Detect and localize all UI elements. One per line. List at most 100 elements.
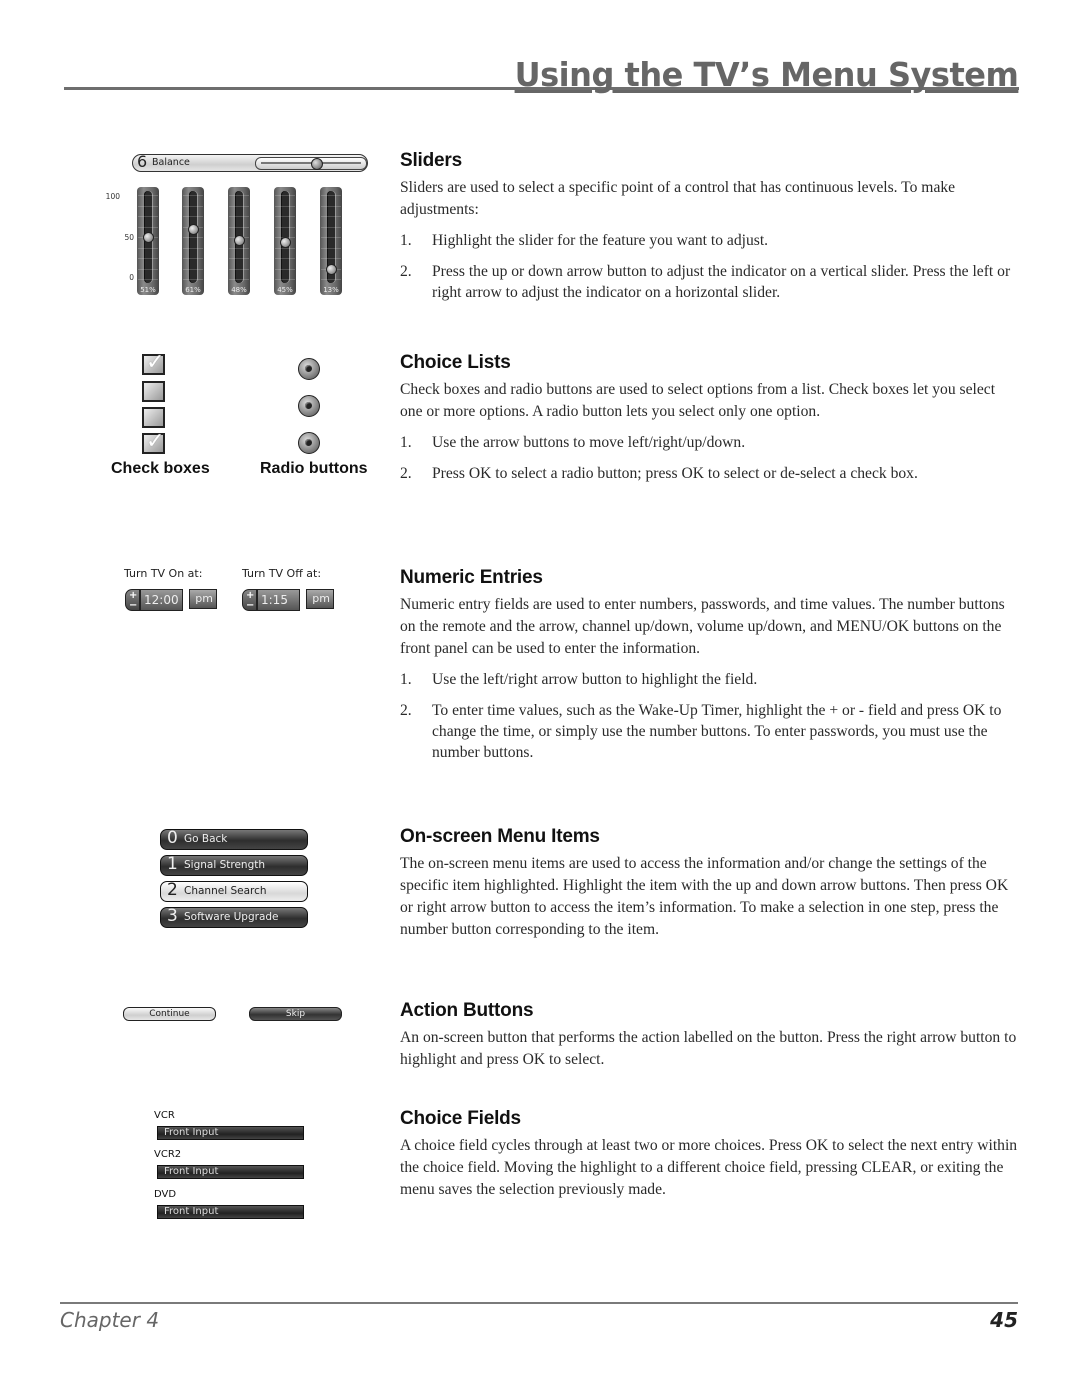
vertical-slider[interactable]: 13% xyxy=(320,187,342,295)
radio-dot-icon xyxy=(305,402,312,409)
time-stepper[interactable]: + − xyxy=(242,589,257,611)
plus-icon[interactable]: + xyxy=(129,591,137,601)
slider-tick xyxy=(321,279,341,280)
section-menu-items: On-screen Menu Items The on-screen menu … xyxy=(400,826,1020,941)
slider-tick xyxy=(138,216,158,217)
choice-field[interactable]: Front Input xyxy=(157,1165,304,1179)
balance-number: 6 xyxy=(137,152,148,171)
vertical-slider[interactable]: 51% xyxy=(137,187,159,295)
slider-tick xyxy=(138,205,158,207)
checkmark-icon: ✓ xyxy=(146,429,165,454)
turn-off-label: Turn TV Off at: xyxy=(242,567,322,580)
steps-list: 1. Use the left/right arrow button to hig… xyxy=(400,669,1020,763)
radio-dot-icon xyxy=(305,439,312,446)
slider-percent: 13% xyxy=(323,286,339,294)
menu-item-number: 2 xyxy=(167,880,178,900)
slider-tick xyxy=(321,258,341,259)
section-sliders: Sliders Sliders are used to select a spe… xyxy=(400,150,1020,313)
step-text: Use the arrow buttons to move left/right… xyxy=(432,434,746,451)
time-stepper[interactable]: + − xyxy=(125,589,140,611)
slider-percent: 51% xyxy=(140,286,156,294)
step-item: 1. Highlight the slider for the feature y… xyxy=(400,230,1020,251)
section-body: A choice field cycles through at least t… xyxy=(400,1137,1018,1198)
menu-item-number: 0 xyxy=(167,828,178,848)
steps-list: 1. Highlight the slider for the feature y… xyxy=(400,230,1020,303)
slider-knob[interactable] xyxy=(188,223,199,235)
menu-item[interactable]: 0 Go Back xyxy=(160,828,308,850)
menu-item[interactable]: 2 Channel Search xyxy=(160,880,308,902)
step-text: To enter time values, such as the Wake-U… xyxy=(432,702,1002,761)
section-body: Check boxes and radio buttons are used t… xyxy=(400,381,996,420)
vertical-slider[interactable]: 45% xyxy=(274,187,296,295)
menu-item[interactable]: 1 Signal Strength xyxy=(160,854,308,876)
choice-field-label: VCR2 xyxy=(154,1149,182,1160)
check-box[interactable] xyxy=(142,407,165,428)
slider-knob[interactable] xyxy=(326,264,337,276)
slider-tick xyxy=(138,258,158,259)
section-heading: On-screen Menu Items xyxy=(400,826,600,847)
slider-knob[interactable] xyxy=(143,232,154,244)
balance-track[interactable] xyxy=(255,157,367,170)
checkmark-icon: ✓ xyxy=(146,350,165,375)
slider-tick xyxy=(229,216,249,217)
slider-tick xyxy=(183,237,203,238)
skip-button[interactable]: Skip xyxy=(249,1007,342,1021)
slider-tick xyxy=(321,195,341,196)
section-choice-fields: Choice Fields A choice field cycles thro… xyxy=(400,1108,1020,1201)
page-title: Using the TV’s Menu System xyxy=(514,55,1018,94)
turn-off-ampm[interactable]: pm xyxy=(306,589,334,609)
section-body: Sliders are used to select a specific po… xyxy=(400,179,956,218)
slider-tick xyxy=(275,226,295,228)
menu-item[interactable]: 3 Software Upgrade xyxy=(160,906,308,928)
turn-on-time-value[interactable]: 12:00 xyxy=(140,589,183,611)
step-number: 1. xyxy=(400,671,412,688)
step-number: 1. xyxy=(400,232,412,249)
section-body: The on-screen menu items are used to acc… xyxy=(400,855,1009,938)
menu-item-number: 1 xyxy=(167,854,178,874)
choice-field[interactable]: Front Input xyxy=(157,1205,304,1219)
slider-tick xyxy=(321,247,341,249)
slider-tick xyxy=(183,268,203,270)
step-item: 2. To enter time values, such as the Wake… xyxy=(400,700,1020,763)
slider-tick xyxy=(275,205,295,207)
menu-item-label: Signal Strength xyxy=(184,859,266,871)
check-boxes-label: Check boxes xyxy=(111,460,210,477)
step-text: Press OK to select a radio button; press… xyxy=(432,465,918,482)
check-box[interactable] xyxy=(142,381,165,402)
slider-tick xyxy=(229,268,249,270)
vertical-slider[interactable]: 61% xyxy=(182,187,204,295)
radio-button[interactable] xyxy=(298,395,320,417)
slider-tick xyxy=(183,258,203,259)
step-text: Use the left/right arrow button to highl… xyxy=(432,671,758,688)
radio-button[interactable] xyxy=(298,358,320,380)
turn-off-time-value[interactable]: 1:15 xyxy=(257,589,300,611)
slider-tick xyxy=(183,247,203,249)
menu-item-label: Go Back xyxy=(184,833,228,845)
minus-icon[interactable]: − xyxy=(246,601,254,611)
choice-field[interactable]: Front Input xyxy=(157,1126,304,1140)
step-number: 2. xyxy=(400,263,412,280)
section-heading: Choice Lists xyxy=(400,352,511,373)
step-text: Press the up or down arrow button to adj… xyxy=(432,263,1011,301)
plus-icon[interactable]: + xyxy=(246,591,254,601)
balance-slider[interactable]: 6 Balance xyxy=(132,152,368,172)
radio-dot-icon xyxy=(305,365,312,372)
section-heading: Numeric Entries xyxy=(400,567,543,588)
slider-knob[interactable] xyxy=(234,234,245,246)
step-item: 1. Use the left/right arrow button to hig… xyxy=(400,669,1020,690)
vertical-slider[interactable]: 48% xyxy=(228,187,250,295)
continue-button[interactable]: Continue xyxy=(123,1007,216,1021)
turn-on-ampm[interactable]: pm xyxy=(189,589,217,609)
radio-button[interactable] xyxy=(298,432,320,454)
check-box[interactable]: ✓ xyxy=(142,350,165,375)
minus-icon[interactable]: − xyxy=(129,601,137,611)
slider-percent: 45% xyxy=(277,286,293,294)
check-box[interactable]: ✓ xyxy=(142,429,165,454)
slider-tick xyxy=(229,226,249,228)
slider-tick xyxy=(321,205,341,207)
chapter-label: Chapter 4 xyxy=(60,1308,160,1332)
slider-tick xyxy=(321,237,341,238)
menu-item-label: Software Upgrade xyxy=(184,911,279,923)
section-heading: Action Buttons xyxy=(400,1000,534,1021)
balance-knob[interactable] xyxy=(311,158,323,170)
